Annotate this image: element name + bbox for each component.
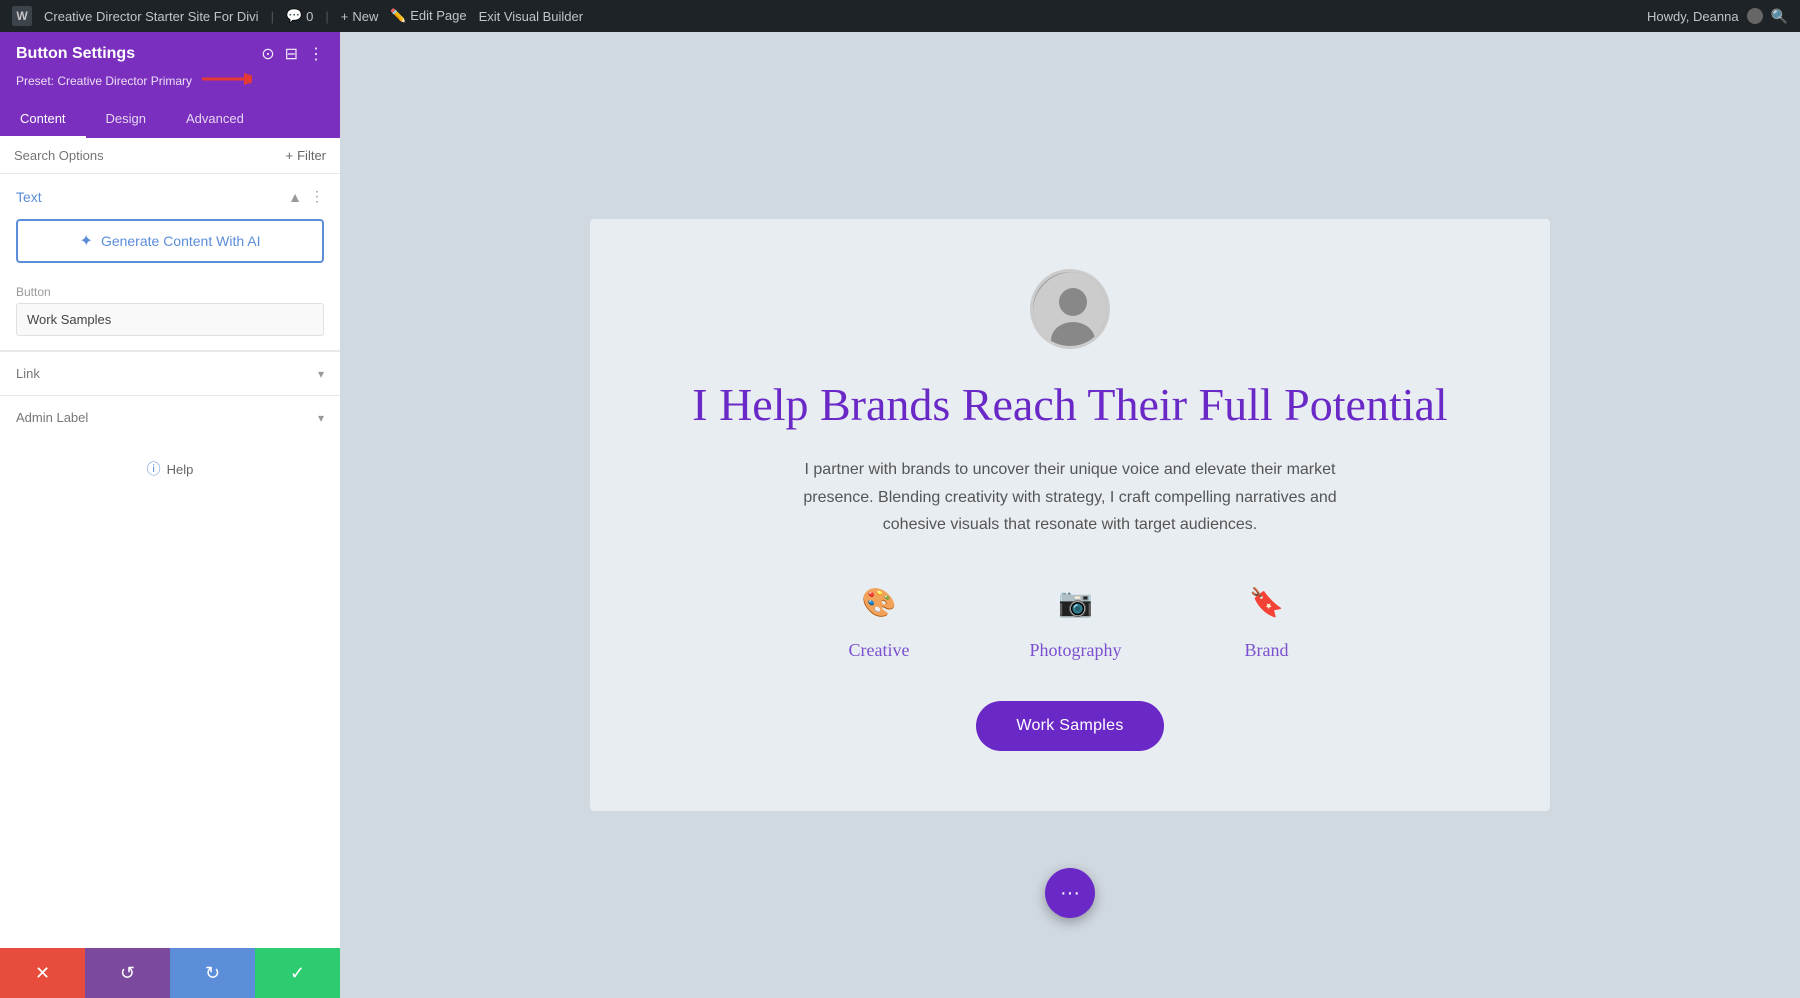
left-panel: Button Settings ⊙ ⊟ ⋮ Preset: Creative D… (0, 32, 340, 998)
admin-label-section: Admin Label ▾ (0, 395, 340, 439)
creative-label: Creative (849, 640, 910, 661)
more-options-icon[interactable]: ⋮ (308, 44, 324, 64)
help-circle-icon: ⓘ (147, 459, 161, 479)
cta-button[interactable]: Work Samples (976, 701, 1163, 751)
fab-icon: ··· (1060, 882, 1080, 905)
panel-tabs: Content Design Advanced (0, 101, 340, 138)
panel-title: Button Settings (16, 45, 135, 63)
comments-link[interactable]: 💬 0 (286, 8, 313, 24)
panel-preset: Preset: Creative Director Primary (16, 70, 324, 91)
text-section-header[interactable]: Text ▲ ⋮ (0, 174, 340, 219)
admin-avatar (1747, 8, 1763, 24)
camera-icon[interactable]: ⊙ (261, 44, 274, 64)
bottom-toolbar: ✕ ↺ ↻ ✓ (0, 948, 340, 998)
photography-icon: 📷 (1050, 578, 1100, 628)
separator: | (271, 9, 274, 24)
edit-page-label: Edit Page (410, 8, 466, 23)
icons-row: 🎨 Creative 📷 Photography 🔖 Brand (849, 578, 1292, 661)
button-field-label: Button (0, 277, 340, 303)
ai-button-label: Generate Content With AI (101, 233, 261, 249)
admin-label-chevron-icon: ▾ (318, 411, 324, 425)
panel-header: Button Settings ⊙ ⊟ ⋮ Preset: Creative D… (0, 32, 340, 101)
red-arrow-icon (202, 70, 252, 91)
brand-icon: 🔖 (1241, 578, 1291, 628)
undo-button[interactable]: ↺ (85, 948, 170, 998)
search-input[interactable] (14, 148, 278, 163)
search-icon[interactable]: 🔍 (1771, 8, 1788, 25)
search-bar: + Filter (0, 138, 340, 174)
plus-icon: + (341, 9, 349, 24)
columns-icon[interactable]: ⊟ (285, 44, 298, 64)
link-section-header[interactable]: Link ▾ (0, 352, 340, 395)
hero-title: I Help Brands Reach Their Full Potential (692, 377, 1447, 432)
link-section: Link ▾ (0, 351, 340, 395)
cancel-button[interactable]: ✕ (0, 948, 85, 998)
howdy-section: Howdy, Deanna 🔍 (1647, 8, 1788, 25)
save-icon: ✓ (290, 963, 305, 984)
brand-label: Brand (1244, 640, 1288, 661)
admin-label-header[interactable]: Admin Label ▾ (0, 396, 340, 439)
comment-icon: 💬 (286, 8, 302, 24)
fab-button[interactable]: ··· (1045, 868, 1095, 918)
howdy-label: Howdy, Deanna (1647, 9, 1739, 24)
text-section-title: Text (16, 189, 42, 205)
section-icons: ▲ ⋮ (288, 188, 324, 205)
help-section: ⓘ Help (0, 439, 340, 499)
text-section: Text ▲ ⋮ ✦ Generate Content With AI Butt… (0, 174, 340, 351)
tab-design[interactable]: Design (86, 101, 166, 138)
wp-admin-bar: W Creative Director Starter Site For Div… (0, 0, 1800, 32)
site-name[interactable]: Creative Director Starter Site For Divi (44, 9, 259, 24)
right-canvas: I Help Brands Reach Their Full Potential… (340, 32, 1800, 998)
panel-body: + Filter Text ▲ ⋮ ✦ Generate Content Wit… (0, 138, 340, 948)
page-card: I Help Brands Reach Their Full Potential… (590, 219, 1550, 811)
separator2: | (325, 9, 328, 24)
avatar-image (1033, 272, 1107, 346)
preset-label: Preset: Creative Director Primary (16, 74, 192, 88)
filter-label: Filter (297, 148, 326, 163)
redo-button[interactable]: ↻ (170, 948, 255, 998)
cancel-icon: ✕ (35, 963, 50, 984)
save-button[interactable]: ✓ (255, 948, 340, 998)
main-layout: Button Settings ⊙ ⊟ ⋮ Preset: Creative D… (0, 32, 1800, 998)
ai-sparkle-icon: ✦ (80, 231, 93, 251)
comments-count: 0 (306, 9, 313, 24)
icon-item-creative: 🎨 Creative (849, 578, 910, 661)
pencil-icon: ✏️ (390, 8, 406, 23)
icon-item-photography: 📷 Photography (1029, 578, 1121, 661)
panel-header-top: Button Settings ⊙ ⊟ ⋮ (16, 44, 324, 64)
collapse-icon[interactable]: ▲ (288, 189, 302, 205)
redo-icon: ↻ (205, 963, 220, 984)
ai-generate-button[interactable]: ✦ Generate Content With AI (16, 219, 324, 263)
arrow-svg (202, 70, 252, 88)
button-field-value (0, 303, 340, 350)
button-text-input[interactable] (16, 303, 324, 336)
admin-label-title: Admin Label (16, 410, 88, 425)
tab-advanced[interactable]: Advanced (166, 101, 264, 138)
avatar-svg (1033, 272, 1110, 349)
section-more-icon[interactable]: ⋮ (310, 188, 324, 205)
icon-item-brand: 🔖 Brand (1241, 578, 1291, 661)
avatar (1030, 269, 1110, 349)
wp-logo-icon[interactable]: W (12, 6, 32, 26)
panel-header-icons: ⊙ ⊟ ⋮ (261, 44, 324, 64)
filter-plus-icon: + (286, 148, 294, 163)
filter-button[interactable]: + Filter (286, 148, 326, 163)
edit-page-link[interactable]: ✏️ Edit Page (390, 8, 466, 24)
link-section-title: Link (16, 366, 40, 381)
link-chevron-icon: ▾ (318, 367, 324, 381)
tab-content[interactable]: Content (0, 101, 86, 138)
exit-builder-link[interactable]: Exit Visual Builder (479, 9, 584, 24)
creative-icon: 🎨 (854, 578, 904, 628)
new-link[interactable]: + New (341, 9, 379, 24)
photography-label: Photography (1029, 640, 1121, 661)
undo-icon: ↺ (120, 963, 135, 984)
help-label[interactable]: Help (167, 462, 194, 477)
hero-subtitle: I partner with brands to uncover their u… (770, 456, 1370, 538)
new-label: New (352, 9, 378, 24)
